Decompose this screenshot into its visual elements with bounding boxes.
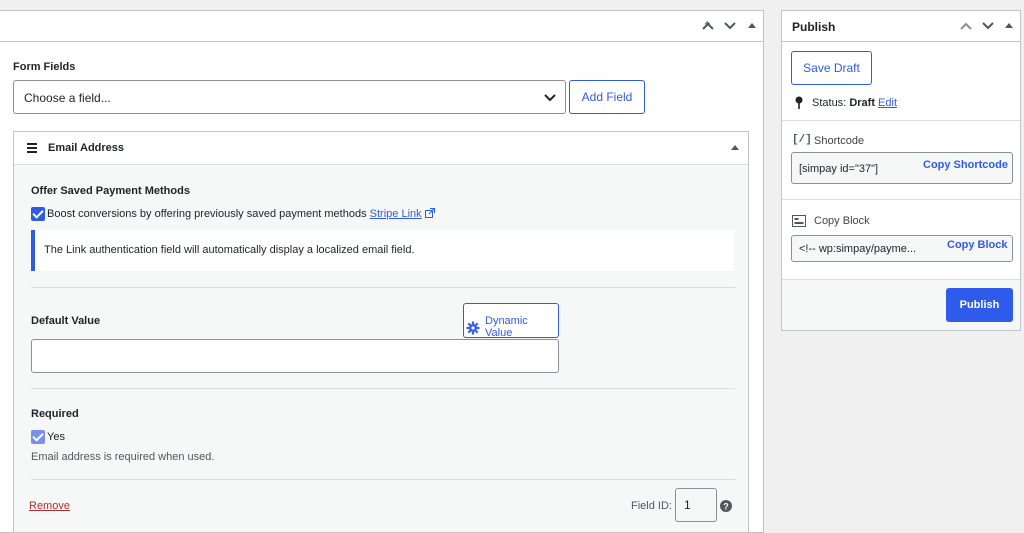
save-draft-button[interactable]: Save Draft xyxy=(791,51,872,85)
status-value: Draft xyxy=(849,97,875,109)
field-id-label: Field ID: xyxy=(631,500,672,512)
boost-checkbox[interactable] xyxy=(31,207,45,221)
required-yes-label: Yes xyxy=(47,431,65,443)
status-label: Status: xyxy=(812,97,847,109)
chevron-down-icon xyxy=(544,94,556,102)
field-id-input[interactable] xyxy=(675,488,717,522)
copy-block-label: Copy Block xyxy=(814,215,870,227)
boost-label: Boost conversions by offering previously… xyxy=(47,208,435,220)
collapse-toggle-icon[interactable] xyxy=(1005,23,1013,28)
choose-field-value: Choose a field... xyxy=(24,91,111,105)
help-icon[interactable]: ? xyxy=(720,500,732,512)
pin-icon xyxy=(795,96,803,109)
boost-text: Boost conversions by offering previously… xyxy=(47,208,367,220)
publish-title: Publish xyxy=(792,20,836,34)
collapse-toggle-icon[interactable] xyxy=(748,23,756,28)
divider xyxy=(31,287,735,288)
drag-handle-icon[interactable] xyxy=(27,143,37,153)
panel-collapse-icon[interactable] xyxy=(731,145,739,150)
shortcode-value: [simpay id="37"] xyxy=(799,163,879,175)
copy-block-button[interactable]: Copy Block xyxy=(947,239,1008,251)
required-label: Required xyxy=(31,408,79,420)
email-field-title: Email Address xyxy=(48,142,125,154)
required-checkbox[interactable] xyxy=(31,430,45,444)
divider xyxy=(31,388,735,389)
remove-link[interactable]: Remove xyxy=(29,500,70,512)
status-line: Status: Draft Edit xyxy=(812,97,897,109)
link-notice-text: The Link authentication field will autom… xyxy=(44,244,415,256)
block-value: <!-- wp:simpay/payme... xyxy=(799,243,917,255)
move-down-chevron-icon[interactable] xyxy=(724,21,736,31)
dynamic-value-button[interactable]: Dynamic Value xyxy=(463,303,559,339)
link-notice: The Link authentication field will autom… xyxy=(31,230,734,271)
dynamic-value-label: Dynamic Value xyxy=(485,315,528,339)
default-value-label: Default Value xyxy=(31,315,101,327)
add-field-button[interactable]: Add Field xyxy=(569,80,645,114)
form-fields-label: Form Fields xyxy=(13,61,76,73)
svg-text:?: ? xyxy=(723,502,729,512)
choose-field-select[interactable]: Choose a field... xyxy=(13,80,566,114)
shortcode-field[interactable]: [simpay id="37"] Copy Shortcode xyxy=(791,152,1013,184)
divider xyxy=(31,479,735,480)
metabox-header-divider xyxy=(0,41,764,42)
divider xyxy=(782,199,1020,200)
shortcode-icon: [/] xyxy=(792,134,812,146)
move-up-chevron-icon[interactable] xyxy=(702,21,714,31)
divider xyxy=(782,120,1020,121)
gear-icon xyxy=(466,321,480,335)
stripe-link[interactable]: Stripe Link xyxy=(370,208,422,220)
block-field[interactable]: <!-- wp:simpay/payme... Copy Block xyxy=(791,235,1013,262)
email-field-panel-header[interactable] xyxy=(14,132,748,165)
edit-status-link[interactable]: Edit xyxy=(878,97,897,109)
required-help-text: Email address is required when used. xyxy=(31,451,215,463)
copy-shortcode-button[interactable]: Copy Shortcode xyxy=(923,159,1008,171)
move-down-chevron-icon[interactable] xyxy=(982,21,994,31)
publish-header-divider xyxy=(781,41,1021,42)
block-icon xyxy=(792,215,806,227)
external-link-icon xyxy=(424,208,435,218)
publish-button[interactable]: Publish xyxy=(946,288,1013,322)
move-up-chevron-icon[interactable] xyxy=(960,21,972,31)
shortcode-label: Shortcode xyxy=(814,135,865,147)
offer-saved-title: Offer Saved Payment Methods xyxy=(31,185,190,197)
default-value-input[interactable] xyxy=(31,339,559,373)
